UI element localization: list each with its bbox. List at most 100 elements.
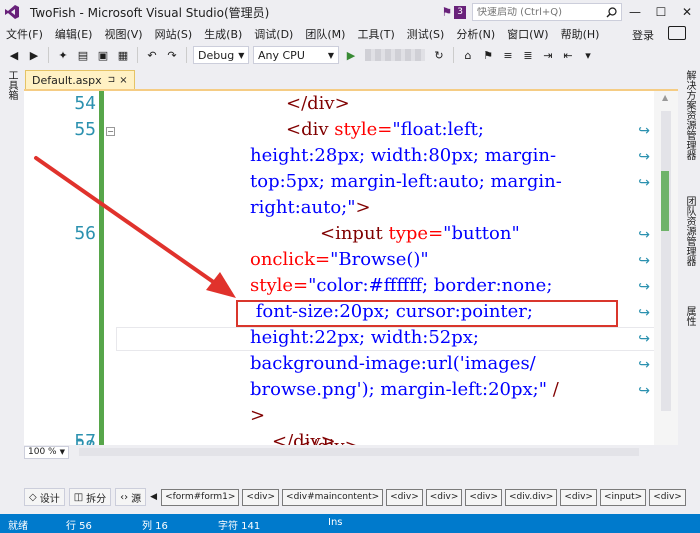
breadcrumb-left-icon[interactable]: ◀ — [150, 492, 157, 502]
maximize-button[interactable]: ☐ — [648, 1, 674, 23]
close-window-button[interactable]: ✕ — [674, 1, 700, 23]
open-file-icon[interactable]: ▤ — [75, 47, 91, 63]
menu-analyze[interactable]: 分析(N) — [450, 26, 501, 42]
comment-icon[interactable]: ≡ — [500, 47, 516, 63]
zoom-select[interactable]: 100 % ▼ — [24, 445, 69, 459]
bookmark-icon[interactable]: ⚑ — [480, 47, 496, 63]
scroll-up-icon[interactable]: ▲ — [662, 93, 668, 102]
toolbox-tab[interactable]: 工具箱 — [4, 70, 19, 100]
close-icon[interactable]: × — [119, 75, 127, 86]
quick-launch-input[interactable] — [477, 6, 597, 18]
toolbar-options-icon[interactable]: ▾ — [580, 47, 596, 63]
status-line: 行 56 — [66, 521, 92, 532]
indent-icon[interactable]: ⇥ — [540, 47, 556, 63]
save-icon[interactable]: ▣ — [95, 47, 111, 63]
line-number: 56 — [74, 223, 96, 244]
chevron-down-icon: ▼ — [59, 448, 65, 456]
code-line: </div> — [286, 91, 350, 117]
refresh-icon[interactable]: ↻ — [431, 47, 447, 63]
solution-configuration-select[interactable]: Debug ▼ — [193, 46, 249, 64]
outdent-icon[interactable]: ⇤ — [560, 47, 576, 63]
code-token: type= — [382, 223, 444, 244]
code-line: <div style="float:left; — [286, 117, 484, 143]
menu-team[interactable]: 团队(M) — [299, 26, 351, 42]
view-switcher-bar: ◇ 设计 ◫ 拆分 ‹› 源 ◀ <form#form1> <div> <div#ma… — [24, 486, 686, 508]
menu-test[interactable]: 测试(S) — [401, 26, 451, 42]
window-title: TwoFish - Microsoft Visual Studio(管理员) — [30, 5, 270, 20]
undo-icon[interactable]: ↶ — [144, 47, 160, 63]
code-editor[interactable]: 54 55 56 57 − </div> <div style="float:l… — [24, 91, 678, 445]
breadcrumb-item[interactable]: <div> — [649, 488, 686, 506]
menu-edit[interactable]: 编辑(E) — [49, 26, 99, 42]
breadcrumb-item[interactable]: <div> — [560, 488, 597, 506]
status-bar: 就绪 行 56 列 16 字符 141 Ins — [0, 514, 700, 533]
code-token: <div — [286, 119, 329, 140]
toolbar-separator — [48, 47, 49, 63]
quick-launch-box[interactable] — [472, 3, 622, 21]
breadcrumb-item[interactable]: <div#maincontent> — [282, 488, 384, 506]
code-token: "Browse()" — [330, 249, 429, 270]
breadcrumb-item[interactable]: <div> — [465, 488, 503, 506]
breadcrumb-item[interactable]: <div> — [386, 488, 423, 506]
word-wrap-icon: ↪ — [638, 279, 650, 295]
redo-icon[interactable]: ↷ — [164, 47, 180, 63]
scrollbar-change-marker — [661, 171, 669, 231]
design-view-button[interactable]: ◇ 设计 — [24, 488, 65, 506]
back-icon[interactable]: ◀ — [6, 47, 22, 63]
code-token: > — [355, 197, 371, 218]
scrollbar-thumb[interactable] — [661, 111, 671, 411]
source-view-button[interactable]: ‹› 源 — [115, 488, 147, 506]
code-token: "color:#ffffff; border:none; — [308, 275, 553, 296]
solution-explorer-tab[interactable]: 解决方案资源管理器 — [682, 70, 697, 160]
new-project-icon[interactable]: ✦ — [55, 47, 71, 63]
word-wrap-icon: ↪ — [638, 227, 650, 243]
design-label: 设计 — [39, 493, 60, 505]
notification-badge[interactable]: 3 — [454, 5, 466, 19]
word-wrap-icon: ↪ — [638, 149, 650, 165]
code-line: height:28px; width:80px; margin- — [250, 145, 557, 166]
code-token: browse.png'); margin-left:20px;" — [250, 379, 548, 400]
zoom-value: 100 % — [28, 447, 57, 457]
tab-default-aspx[interactable]: Default.aspx ⊐ × — [25, 70, 135, 90]
configuration-value: Debug — [198, 48, 235, 62]
properties-tab[interactable]: 属性 — [682, 306, 697, 326]
blurred-browser-name[interactable] — [365, 49, 425, 61]
menu-website[interactable]: 网站(S) — [149, 26, 199, 42]
word-wrap-icon: ↪ — [638, 123, 650, 139]
search-icon[interactable] — [601, 6, 621, 18]
left-tool-strip: 工具箱 — [0, 66, 24, 514]
minimize-button[interactable]: — — [622, 1, 648, 23]
team-explorer-tab[interactable]: 团队资源管理器 — [682, 196, 697, 266]
collapse-toggle[interactable]: − — [106, 127, 115, 136]
login-link[interactable]: 登录 — [632, 27, 654, 43]
status-character: 字符 141 — [218, 521, 261, 532]
code-line: style="color:#ffffff; border:none; — [250, 273, 552, 299]
breadcrumb-item[interactable]: <input> — [599, 488, 647, 506]
word-wrap-icon: ↪ — [638, 383, 650, 399]
menu-build[interactable]: 生成(B) — [198, 26, 248, 42]
toolbar-separator — [186, 47, 187, 63]
browser-link-icon[interactable]: ⌂ — [460, 47, 476, 63]
breadcrumb-item[interactable]: <form#form1> — [161, 488, 240, 506]
menu-file[interactable]: 文件(F) — [0, 26, 49, 42]
split-view-button[interactable]: ◫ 拆分 — [68, 488, 112, 506]
vertical-scrollbar[interactable]: ▲ — [654, 91, 678, 445]
menu-help[interactable]: 帮助(H) — [555, 26, 606, 42]
horizontal-scrollbar[interactable] — [78, 448, 639, 456]
feedback-icon[interactable] — [668, 26, 686, 40]
solution-platform-select[interactable]: Any CPU ▼ — [253, 46, 339, 64]
save-all-icon[interactable]: ▦ — [115, 47, 131, 63]
menu-view[interactable]: 视图(V) — [98, 26, 148, 42]
menu-window[interactable]: 窗口(W) — [501, 26, 554, 42]
breadcrumb-item[interactable]: <div> — [242, 488, 280, 506]
menu-debug[interactable]: 调试(D) — [248, 26, 299, 42]
split-icon: ◫ — [73, 491, 84, 503]
forward-icon[interactable]: ▶ — [26, 47, 42, 63]
start-debugging-icon[interactable]: ▶ — [343, 47, 359, 63]
breadcrumb-item[interactable]: <div> — [425, 488, 463, 506]
breadcrumb-item[interactable]: <div.div> — [505, 488, 558, 506]
notification-flag-icon[interactable]: ⚑ — [442, 5, 453, 19]
menu-tools[interactable]: 工具(T) — [351, 26, 400, 42]
uncomment-icon[interactable]: ≣ — [520, 47, 536, 63]
pin-icon[interactable]: ⊐ — [108, 75, 116, 85]
